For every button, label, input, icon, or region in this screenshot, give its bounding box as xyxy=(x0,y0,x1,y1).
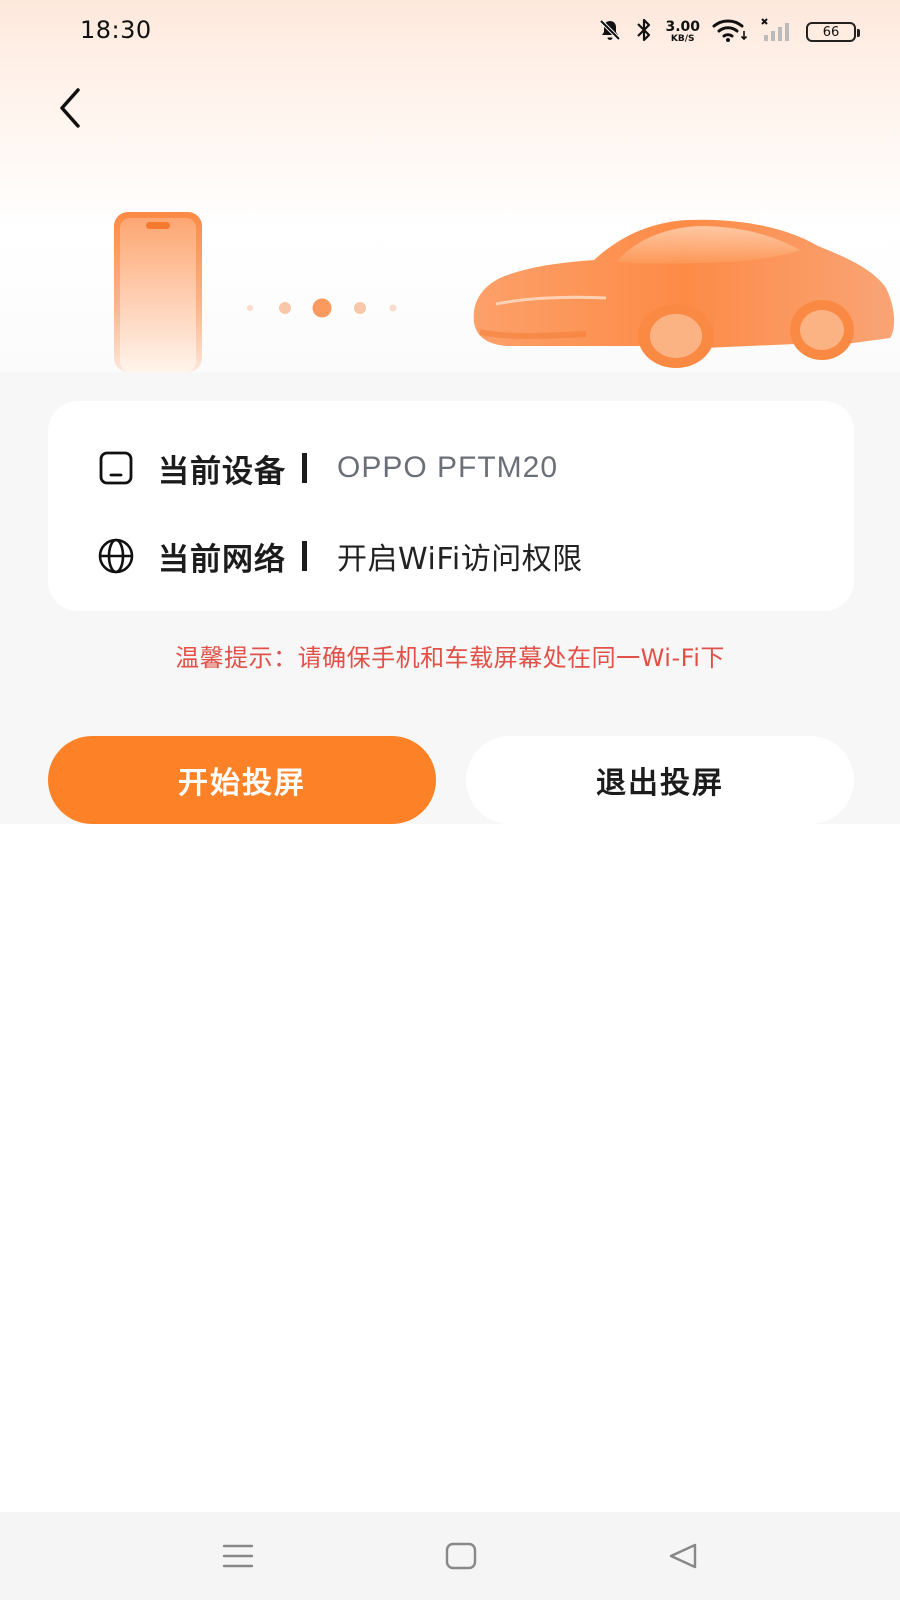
connection-dots xyxy=(247,298,397,318)
navigation-bar xyxy=(0,1512,900,1600)
info-card: 当前设备 OPPO PFTM20 当前网络 开启WiFi访问权限 xyxy=(48,401,854,611)
device-label: 当前设备 xyxy=(158,453,286,490)
device-value: OPPO PFTM20 xyxy=(337,451,559,484)
battery-icon: 66 xyxy=(806,22,860,42)
mute-bell-icon xyxy=(597,17,623,47)
status-bar: 18:30 3.00 KB/S 66 xyxy=(0,0,900,64)
car-illustration xyxy=(473,219,895,368)
cellular-no-signal-icon xyxy=(760,17,794,47)
menu-icon xyxy=(222,1544,254,1568)
home-button[interactable] xyxy=(433,1530,489,1582)
warm-tip: 温馨提示：请确保手机和车载屏幕处在同一Wi-Fi下 xyxy=(175,644,725,672)
network-speed-value: 3.00 xyxy=(665,19,700,35)
recent-apps-button[interactable] xyxy=(210,1530,266,1582)
network-speed: 3.00 KB/S xyxy=(665,20,700,44)
exit-cast-button[interactable]: 退出投屏 xyxy=(466,736,854,824)
network-label: 当前网络 xyxy=(158,541,286,578)
chevron-left-icon xyxy=(60,88,80,128)
divider xyxy=(302,453,307,483)
start-cast-button[interactable]: 开始投屏 xyxy=(48,736,436,824)
device-row: 当前设备 OPPO PFTM20 xyxy=(96,446,558,490)
network-value-link[interactable]: 开启WiFi访问权限 xyxy=(337,534,583,578)
globe-icon xyxy=(96,536,136,576)
tablet-icon xyxy=(96,448,136,488)
status-icons: 3.00 KB/S 66 xyxy=(597,17,860,47)
back-triangle-icon xyxy=(669,1543,697,1569)
back-nav-button[interactable] xyxy=(655,1530,711,1582)
home-icon xyxy=(445,1542,477,1570)
network-row[interactable]: 当前网络 开启WiFi访问权限 xyxy=(96,534,583,578)
bluetooth-icon xyxy=(635,17,653,47)
phone-illustration xyxy=(114,212,202,372)
back-button[interactable] xyxy=(44,82,96,134)
wifi-icon xyxy=(712,17,748,47)
status-time: 18:30 xyxy=(80,16,152,44)
battery-level: 66 xyxy=(822,24,840,40)
divider xyxy=(302,541,307,571)
network-speed-unit: KB/S xyxy=(670,34,695,44)
